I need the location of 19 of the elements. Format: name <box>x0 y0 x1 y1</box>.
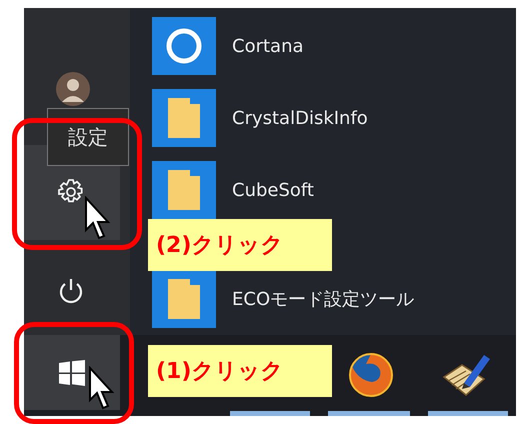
tooltip: 設定 <box>47 108 129 166</box>
circle-icon <box>165 27 203 65</box>
app-tile[interactable] <box>152 270 216 328</box>
start-button[interactable] <box>24 335 120 410</box>
app-tile[interactable] <box>152 161 216 219</box>
user-avatar[interactable] <box>56 72 90 106</box>
folder-icon <box>168 279 200 319</box>
callout-label: (2)クリック <box>148 219 332 271</box>
firefox-icon[interactable] <box>348 352 394 398</box>
app-name[interactable]: Cortana <box>232 32 304 60</box>
callout-label: (1)クリック <box>148 345 332 397</box>
folder-icon <box>168 98 200 138</box>
app-name[interactable]: CubeSoft <box>232 176 314 204</box>
folder-icon <box>168 170 200 210</box>
app-name[interactable]: ECOモード設定ツール <box>232 286 414 312</box>
windows-logo-icon <box>59 360 85 386</box>
app-tile[interactable] <box>152 17 216 75</box>
app-name[interactable]: CrystalDiskInfo <box>232 104 368 132</box>
app-tile[interactable] <box>152 89 216 147</box>
